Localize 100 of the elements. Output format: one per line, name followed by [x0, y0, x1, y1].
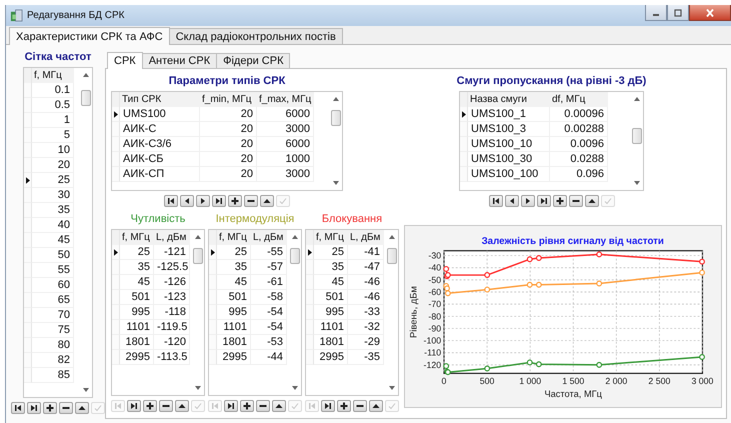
table-cell: 995	[314, 305, 348, 320]
axis-tick-label: -50	[428, 274, 442, 285]
table-cell: 3000	[257, 122, 314, 137]
section-title: Блокування	[322, 212, 382, 227]
table-cell: 5	[32, 128, 74, 143]
table-cell: 45	[314, 275, 348, 290]
table-cell: -44	[251, 350, 287, 365]
table-cell: -58	[251, 290, 287, 305]
table-cell: 30	[32, 188, 74, 203]
table-cell: 20	[200, 167, 257, 182]
table-cell: АИК-СБ	[120, 152, 200, 167]
section-title: Параметри типів СРК	[168, 74, 286, 89]
section-title: Сітка частот	[24, 50, 92, 65]
table-cell: 1801	[314, 335, 348, 350]
table-cell: 1101	[217, 320, 251, 335]
table-cell: 1801	[120, 335, 154, 350]
table-cell: 20	[200, 137, 257, 152]
table-cell: 10	[32, 143, 74, 158]
table-cell: 70	[32, 308, 74, 323]
table-cell: 6000	[257, 107, 314, 122]
table-cell: 0.00288	[550, 122, 608, 137]
table-cell: 65	[32, 293, 74, 308]
table-cell: 0.1	[32, 83, 74, 98]
table-cell: 501	[120, 290, 154, 305]
table-cell: 80	[32, 338, 74, 353]
table-cell: -53	[251, 335, 287, 350]
table-cell: 501	[217, 290, 251, 305]
axis-tick-label: -70	[428, 299, 442, 310]
table-cell: -54	[251, 320, 287, 335]
table-cell: 25	[217, 245, 251, 260]
chart-title: Залежність рівня сигналу від частоти	[482, 236, 664, 247]
table-cell: АИК-СП	[120, 167, 200, 182]
table-cell: 55	[32, 263, 74, 278]
table-cell: 25	[120, 245, 154, 260]
y-axis-label: Рівень, дБм	[408, 286, 419, 338]
table-cell: -54	[251, 305, 287, 320]
table-cell: АИК-С	[120, 122, 200, 137]
table-cell: UMS100_30	[468, 152, 550, 167]
table-cell: 0.096	[550, 167, 608, 182]
table-cell: 50	[32, 248, 74, 263]
table-cell: -47	[348, 260, 384, 275]
axis-tick-label: -120	[424, 360, 442, 370]
table-cell: 35	[120, 260, 154, 275]
table-cell: 45	[32, 233, 74, 248]
window-title: Редагування БД СРК	[27, 10, 124, 21]
table-cell: -33	[348, 305, 384, 320]
table-cell: 3000	[257, 167, 314, 182]
table-cell: 0.0288	[550, 152, 608, 167]
table-cell: -55	[251, 245, 287, 260]
table-cell: 20	[200, 107, 257, 122]
table-cell: 45	[217, 275, 251, 290]
table-cell: UMS100_100	[468, 167, 550, 182]
table-cell: 82	[32, 353, 74, 368]
table-cell: -126	[154, 275, 190, 290]
table-cell: 45	[120, 275, 154, 290]
table-cell: -41	[348, 245, 384, 260]
table-cell: -32	[348, 320, 384, 335]
section-title: Інтермодуляція	[216, 212, 294, 227]
table-cell: 995	[217, 305, 251, 320]
table-cell: 35	[314, 260, 348, 275]
table-cell: -123	[154, 290, 190, 305]
table-cell: -35	[348, 350, 384, 365]
axis-tick-label: 0	[442, 376, 446, 386]
table-cell: 1000	[257, 152, 314, 167]
table-cell: 85	[32, 368, 74, 383]
table-cell: 35	[217, 260, 251, 275]
table-cell: 1101	[120, 320, 154, 335]
table-cell: 20	[200, 152, 257, 167]
table-cell: 60	[32, 278, 74, 293]
table-cell: 995	[120, 305, 154, 320]
table-cell: -120	[154, 335, 190, 350]
table-cell: 501	[314, 290, 348, 305]
axis-tick-label: -110	[424, 348, 442, 358]
table-cell: 1101	[314, 320, 348, 335]
axis-tick-label: 1 000	[519, 376, 542, 386]
table-cell: 25	[32, 173, 74, 188]
axis-tick-label: -40	[428, 262, 442, 273]
table-cell: -113.5	[154, 350, 190, 365]
table-cell: 2995	[120, 350, 154, 365]
axis-tick-label: -60	[428, 286, 442, 297]
table-cell: 2995	[217, 350, 251, 365]
table-cell: 0.00096	[550, 107, 608, 122]
table-cell: 20	[200, 122, 257, 137]
axis-tick-label: 2 500	[648, 376, 670, 386]
table-cell: -125.5	[154, 260, 190, 275]
table-cell: 2995	[314, 350, 348, 365]
axis-tick-label: -30	[428, 250, 442, 261]
axis-tick-label: 2 000	[605, 376, 628, 386]
table-cell: 0.5	[32, 98, 74, 113]
axis-tick-label: -90	[428, 323, 442, 334]
axis-tick-label: 500	[480, 376, 494, 386]
table-cell: 0.0096	[550, 137, 608, 152]
axis-tick-label: -100	[424, 336, 442, 346]
table-cell: -57	[251, 260, 287, 275]
table-cell: -46	[348, 290, 384, 305]
table-cell: -61	[251, 275, 287, 290]
table-cell: -29	[348, 335, 384, 350]
table-cell: 20	[32, 158, 74, 173]
axis-tick-label: 3 000	[692, 376, 714, 386]
table-cell: 35	[32, 203, 74, 218]
